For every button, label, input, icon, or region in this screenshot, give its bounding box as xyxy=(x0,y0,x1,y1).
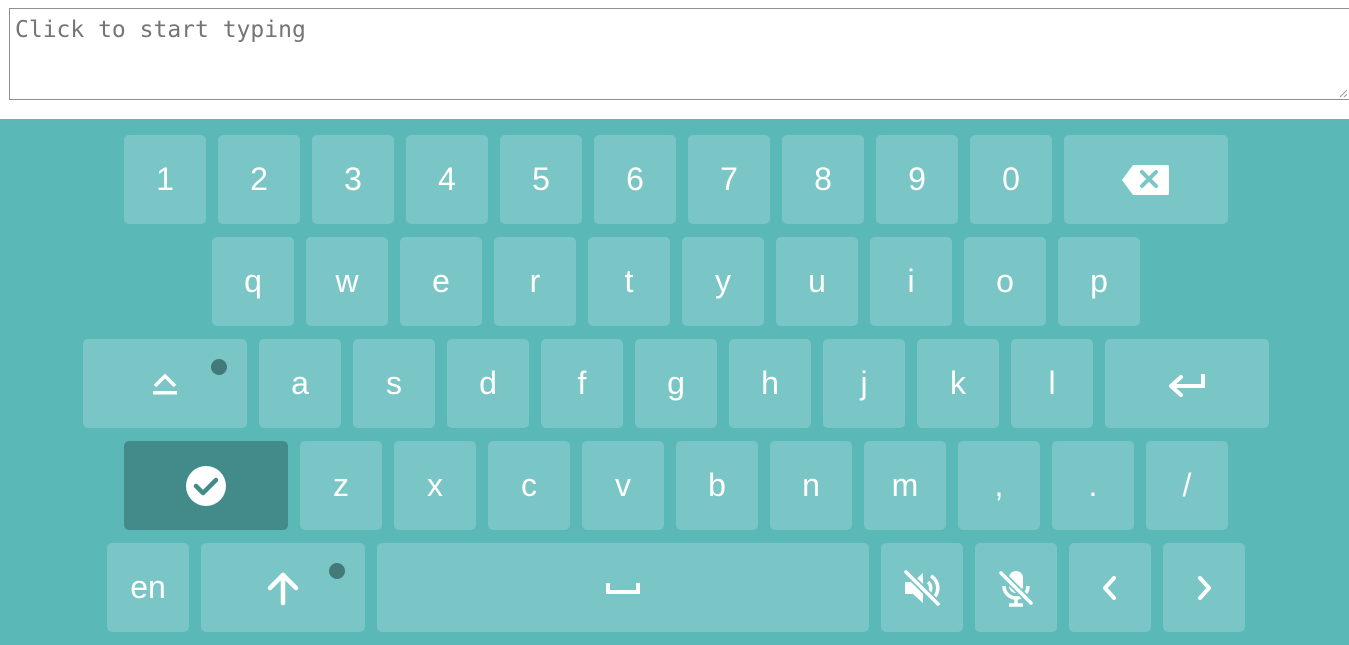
key-3[interactable]: 3 xyxy=(312,135,394,224)
key-4[interactable]: 4 xyxy=(406,135,488,224)
chevron-left-icon xyxy=(1103,575,1116,600)
key-0[interactable]: 0 xyxy=(970,135,1052,224)
chevron-right-icon xyxy=(1198,575,1211,600)
key-c[interactable]: c xyxy=(488,441,570,530)
key-l[interactable]: l xyxy=(1011,339,1093,428)
key-p[interactable]: p xyxy=(1058,237,1140,326)
arrow-up-icon xyxy=(267,572,299,605)
sound-toggle-key[interactable] xyxy=(881,543,963,632)
checkmark-circle-icon xyxy=(186,465,226,506)
key-d[interactable]: d xyxy=(447,339,529,428)
backspace-key[interactable] xyxy=(1064,135,1228,224)
key-b[interactable]: b xyxy=(676,441,758,530)
microphone-toggle-key[interactable] xyxy=(975,543,1057,632)
key-u[interactable]: u xyxy=(776,237,858,326)
key-5[interactable]: 5 xyxy=(500,135,582,224)
key-v[interactable]: v xyxy=(582,441,664,530)
enter-icon xyxy=(1169,373,1205,397)
cursor-right-key[interactable] xyxy=(1163,543,1245,632)
language-key[interactable]: en xyxy=(107,543,189,632)
key-h[interactable]: h xyxy=(729,339,811,428)
shift-lock-icon xyxy=(153,373,177,394)
key-comma[interactable]: , xyxy=(958,441,1040,530)
text-input-wrapper xyxy=(9,8,1349,100)
microphone-off-icon xyxy=(998,570,1034,607)
key-n[interactable]: n xyxy=(770,441,852,530)
key-g[interactable]: g xyxy=(635,339,717,428)
shift-lock-indicator xyxy=(211,359,227,375)
key-7[interactable]: 7 xyxy=(688,135,770,224)
key-i[interactable]: i xyxy=(870,237,952,326)
key-z[interactable]: z xyxy=(300,441,382,530)
key-y[interactable]: y xyxy=(682,237,764,326)
key-slash[interactable]: / xyxy=(1146,441,1228,530)
key-s[interactable]: s xyxy=(353,339,435,428)
shift-indicator xyxy=(329,563,345,579)
space-key[interactable] xyxy=(377,543,869,632)
key-e[interactable]: e xyxy=(400,237,482,326)
key-o[interactable]: o xyxy=(964,237,1046,326)
key-t[interactable]: t xyxy=(588,237,670,326)
key-r[interactable]: r xyxy=(494,237,576,326)
shift-key[interactable] xyxy=(201,543,365,632)
key-x[interactable]: x xyxy=(394,441,476,530)
shift-lock-key[interactable] xyxy=(83,339,247,428)
virtual-keyboard: 1 2 3 4 5 6 7 8 9 0 q w e r t y u i o p … xyxy=(0,119,1349,645)
key-6[interactable]: 6 xyxy=(594,135,676,224)
cursor-left-key[interactable] xyxy=(1069,543,1151,632)
text-input[interactable] xyxy=(10,9,1349,99)
key-1[interactable]: 1 xyxy=(124,135,206,224)
backspace-icon xyxy=(1122,164,1169,195)
key-j[interactable]: j xyxy=(823,339,905,428)
space-icon xyxy=(606,582,640,594)
key-f[interactable]: f xyxy=(541,339,623,428)
key-a[interactable]: a xyxy=(259,339,341,428)
key-period[interactable]: . xyxy=(1052,441,1134,530)
enter-key[interactable] xyxy=(1105,339,1269,428)
key-k[interactable]: k xyxy=(917,339,999,428)
key-9[interactable]: 9 xyxy=(876,135,958,224)
key-8[interactable]: 8 xyxy=(782,135,864,224)
key-w[interactable]: w xyxy=(306,237,388,326)
key-2[interactable]: 2 xyxy=(218,135,300,224)
key-m[interactable]: m xyxy=(864,441,946,530)
resize-handle-icon[interactable] xyxy=(1337,87,1347,97)
volume-mute-icon xyxy=(903,569,941,606)
key-q[interactable]: q xyxy=(212,237,294,326)
done-key[interactable] xyxy=(124,441,288,530)
